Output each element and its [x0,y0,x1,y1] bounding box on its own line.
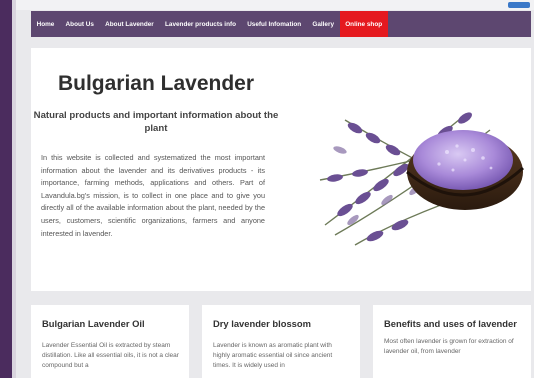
nav-item-gallery[interactable]: Gallery [307,11,340,37]
nav-item-lavender-products-info[interactable]: Lavender products info [159,11,241,37]
card-text: Lavender is known as aromatic plant with… [213,342,333,369]
browser-top-edge [16,0,534,10]
card-benefits-lavender[interactable]: Benefits and uses of lavender Most often… [373,305,531,378]
hero-subtitle: Natural products and important informati… [33,110,279,134]
lavender-bowl-image [315,60,525,250]
nav-item-home[interactable]: Home [31,11,60,37]
hero-intro-text: In this website is collected and systema… [41,153,265,238]
page-title: Bulgarian Lavender [57,72,255,95]
nav-item-useful-information[interactable]: Useful Infomation [242,11,307,37]
nav-item-online-shop[interactable]: Online shop [339,11,388,37]
nav-item-about-us[interactable]: About Us [60,11,100,37]
card-dry-lavender[interactable]: Dry lavender blossom Lavender is known a… [202,305,360,378]
window-left-border [0,0,16,378]
main-navigation: Home About Us About Lavender Lavender pr… [31,11,531,37]
nav-item-about-lavender[interactable]: About Lavender [100,11,160,37]
card-text: Most often lavender is grown for extract… [384,338,514,355]
hero-section: Bulgarian Lavender Natural products and … [31,48,531,291]
window-control[interactable] [508,2,530,8]
card-title: Bulgarian Lavender Oil [42,318,145,329]
card-lavender-oil[interactable]: Bulgarian Lavender Oil Lavender Essentia… [31,305,189,378]
info-cards: Bulgarian Lavender Oil Lavender Essentia… [31,305,531,378]
card-title: Benefits and uses of lavender [384,318,517,329]
card-text: Lavender Essential Oil is extracted by s… [42,342,179,369]
card-title: Dry lavender blossom [213,318,311,329]
